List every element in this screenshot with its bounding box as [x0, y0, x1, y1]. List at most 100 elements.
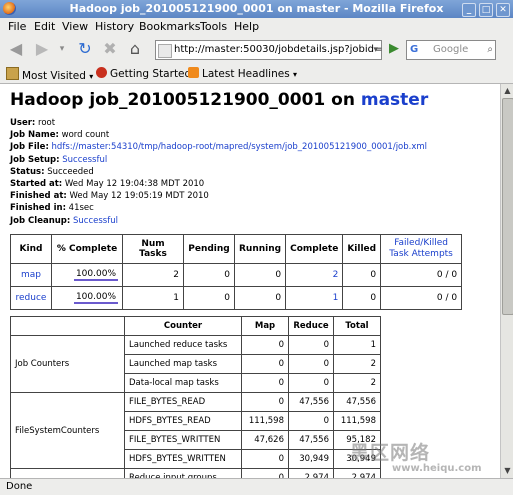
menu-bookmarks[interactable]: Bookmarks	[139, 20, 200, 33]
pct-complete-cell: 100.00%	[51, 263, 123, 287]
scrollbar-thumb[interactable]	[502, 98, 513, 315]
menu-history[interactable]: History	[95, 20, 134, 33]
job-name-label: Job Name:	[10, 130, 59, 141]
failed-killed-cell: 0 / 0	[380, 263, 463, 287]
reduce-value-cell: 0	[288, 411, 334, 431]
info-user: User: root	[10, 117, 427, 129]
map-value-cell: 47,626	[241, 430, 289, 450]
finished-at-value: Wed May 12 19:05:19 MDT 2010	[69, 191, 209, 202]
group-name-cell: Job Counters	[10, 335, 125, 393]
job-cleanup-link[interactable]: Successful	[73, 216, 118, 226]
menu-file[interactable]: File	[8, 20, 26, 33]
menu-tools[interactable]: Tools	[200, 20, 227, 33]
window-title: Hadoop job_201005121900_0001 on master -…	[69, 2, 444, 15]
search-icon[interactable]: ⌕	[487, 41, 493, 59]
scroll-up-icon[interactable]: ▲	[502, 85, 513, 96]
page-title: Hadoop job_201005121900_0001 on master	[10, 90, 428, 110]
home-icon[interactable]: ⌂	[125, 39, 145, 59]
maximize-button[interactable]: □	[479, 3, 493, 17]
map-value-cell: 0	[241, 354, 289, 374]
job-name-value: word count	[61, 130, 110, 141]
menu-bar: File Edit View History Bookmarks Tools H…	[0, 18, 513, 35]
user-label: User:	[10, 118, 36, 128]
counter-name-cell: HDFS_BYTES_READ	[124, 411, 242, 431]
back-icon[interactable]: ◀	[6, 39, 26, 59]
job-setup-link[interactable]: Successful	[62, 155, 107, 165]
complete-cell: 1	[285, 286, 344, 310]
forward-icon[interactable]: ▶	[32, 39, 52, 59]
counter-name-cell: Reduce input groups	[124, 468, 242, 478]
failed-killed-cell: 0 / 0	[380, 286, 463, 310]
job-file-link[interactable]: hdfs://master:54310/tmp/hadoop-root/mapr…	[52, 142, 427, 152]
history-dropdown-icon[interactable]: ▾	[52, 39, 72, 59]
info-job-cleanup: Job Cleanup: Successful	[10, 215, 427, 227]
kind-cell: map	[10, 263, 52, 287]
watermark-url: www.heiqu.com	[392, 463, 482, 474]
stop-icon[interactable]: ✖	[100, 39, 120, 59]
map-link[interactable]: map	[21, 270, 41, 280]
header-num-tasks: Num Tasks	[122, 234, 184, 264]
finished-in-value: 41sec	[68, 203, 94, 214]
url-dropdown-icon[interactable]: ▾	[373, 41, 378, 59]
table-row: Reduce input groups 0 2,974 2,974	[10, 468, 381, 478]
scroll-down-icon[interactable]: ▼	[502, 465, 513, 476]
master-link[interactable]: master	[361, 90, 428, 110]
reduce-value-cell: 47,556	[288, 430, 334, 450]
complete-link[interactable]: 1	[333, 293, 339, 303]
most-visited-icon	[6, 67, 19, 80]
bookmark-getting-started[interactable]: Getting Started	[96, 67, 191, 80]
search-input[interactable]: G Google ⌕	[406, 40, 496, 60]
getting-started-icon	[96, 67, 107, 78]
map-value-cell: 0	[241, 468, 289, 478]
info-started-at: Started at: Wed May 12 19:04:38 MDT 2010	[10, 178, 427, 190]
page-title-text: Hadoop job_201005121900_0001 on	[10, 90, 361, 110]
complete-link[interactable]: 2	[333, 270, 339, 280]
menu-edit[interactable]: Edit	[34, 20, 55, 33]
header-counter: Counter	[124, 316, 242, 336]
table-row: FileSystemCounters FILE_BYTES_READ 0 47,…	[10, 392, 381, 469]
close-button[interactable]: ✕	[496, 3, 510, 17]
info-job-setup: Job Setup: Successful	[10, 154, 427, 166]
counter-name-cell: HDFS_BYTES_WRITTEN	[124, 449, 242, 469]
kind-cell: reduce	[10, 286, 52, 310]
group-name-cell: FileSystemCounters	[10, 392, 125, 469]
menu-help[interactable]: Help	[234, 20, 259, 33]
header-pct-complete: % Complete	[51, 234, 123, 264]
started-at-label: Started at:	[10, 179, 63, 190]
map-value-cell: 0	[241, 392, 289, 412]
counter-name-cell: FILE_BYTES_WRITTEN	[124, 430, 242, 450]
user-value: root	[38, 118, 56, 128]
url-text: http://master:50030/jobdetails.jsp?jobid…	[174, 44, 383, 55]
go-icon[interactable]: ▶	[384, 39, 404, 59]
watermark-title: 黑区网络	[350, 442, 431, 464]
header-total: Total	[333, 316, 381, 336]
info-finished-in: Finished in: 41sec	[10, 202, 427, 214]
bookmark-most-visited[interactable]: Most Visited ▾	[6, 67, 93, 82]
status-bar: Done	[0, 478, 513, 495]
minimize-button[interactable]: _	[462, 3, 476, 17]
header-group	[10, 316, 125, 336]
header-reduce: Reduce	[288, 316, 334, 336]
info-job-file: Job File: hdfs://master:54310/tmp/hadoop…	[10, 141, 427, 153]
map-value-cell: 0	[241, 373, 289, 393]
page-favicon-icon	[158, 44, 172, 58]
vertical-scrollbar[interactable]: ▲ ▼	[500, 84, 513, 478]
watermark: 黑区网络 www.heiqu.com	[350, 438, 482, 474]
counter-name-cell: Launched map tasks	[124, 354, 242, 374]
reduce-link[interactable]: reduce	[16, 293, 47, 303]
total-value-cell: 2	[333, 354, 381, 374]
group-name-cell	[10, 468, 125, 478]
bookmark-latest-headlines-label: Latest Headlines	[202, 68, 290, 80]
search-placeholder: Google	[433, 44, 469, 55]
header-failed-killed-line2[interactable]: Task Attempts	[389, 249, 453, 259]
title-bar: Hadoop job_201005121900_0001 on master -…	[0, 0, 513, 18]
url-bar[interactable]: http://master:50030/jobdetails.jsp?jobid…	[155, 40, 382, 60]
menu-view[interactable]: View	[62, 20, 88, 33]
header-failed-killed-line1[interactable]: Failed/Killed	[394, 238, 448, 248]
browser-window: Hadoop job_201005121900_0001 on master -…	[0, 0, 513, 495]
header-killed: Killed	[342, 234, 382, 264]
search-engine-icon[interactable]: G	[410, 41, 418, 59]
bookmark-latest-headlines[interactable]: Latest Headlines ▾	[188, 67, 297, 80]
num-tasks-cell: 2	[122, 263, 184, 287]
reload-icon[interactable]: ↻	[75, 39, 95, 59]
